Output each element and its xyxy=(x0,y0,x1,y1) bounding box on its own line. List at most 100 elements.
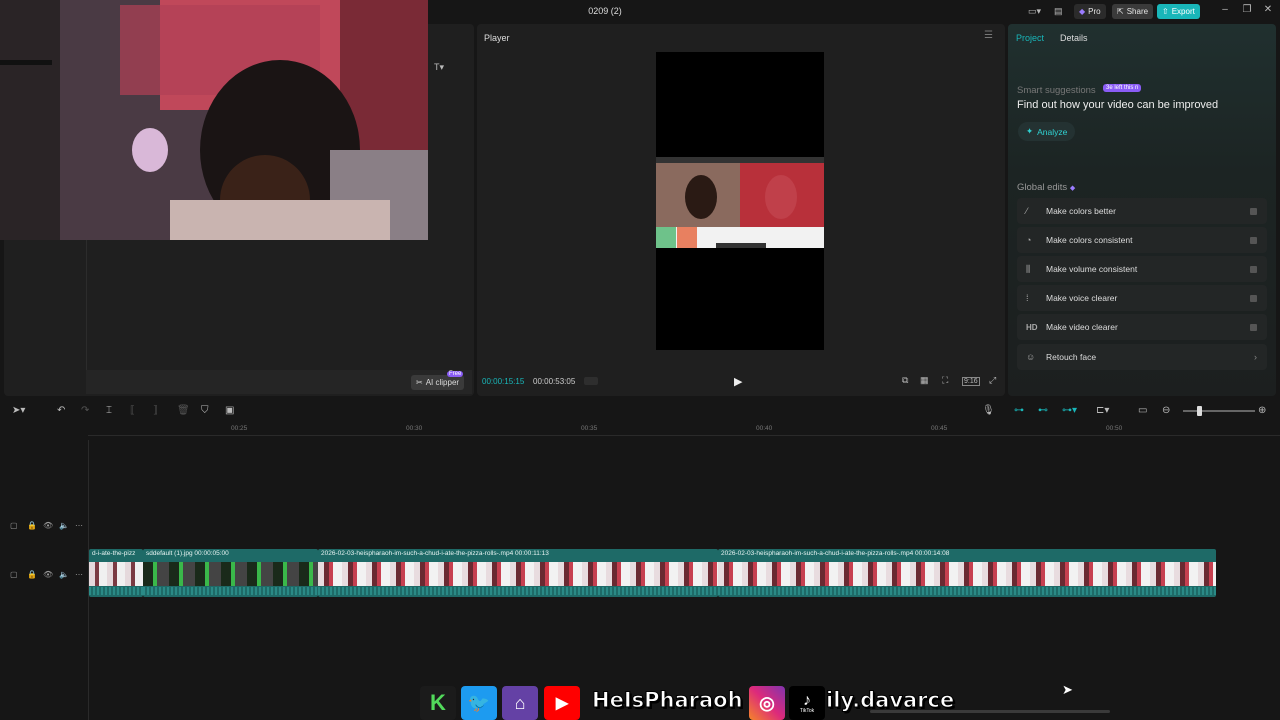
twitch-icon: ⌂ xyxy=(502,686,538,720)
global-edit-voice-clearer[interactable]: ⁞ Make voice clearer xyxy=(1017,285,1267,311)
zoom-slider[interactable] xyxy=(1183,410,1255,412)
more-icon[interactable]: ⋯ xyxy=(75,521,83,530)
share-label: Share xyxy=(1126,7,1149,16)
analyze-button[interactable]: ✦ Analyze xyxy=(1018,122,1076,141)
magnet-icon[interactable]: ⊷ xyxy=(1038,405,1048,416)
clip-thumbnails xyxy=(318,562,718,586)
ruler-tick: 00:25 xyxy=(231,425,248,432)
quality-icon[interactable]: ▦ xyxy=(920,375,929,386)
clip-label: 2026-02-03-heispharaoh-im-such-a-chud-i-… xyxy=(321,550,549,557)
diamond-icon: ◆ xyxy=(1079,7,1086,16)
clip-waveform xyxy=(718,587,1216,595)
hd-icon: HD xyxy=(1026,322,1038,332)
smart-suggestions-label: Smart suggestions xyxy=(1017,85,1096,96)
split-left-icon[interactable]: ⟦ xyxy=(130,405,135,416)
clip-waveform xyxy=(89,587,143,595)
shield-icon[interactable]: ⛉ xyxy=(201,405,209,416)
filter-icon[interactable]: ⧉ xyxy=(902,375,908,386)
global-edit-retouch-face[interactable]: ☺ Retouch face › xyxy=(1017,344,1267,370)
item-label: Retouch face xyxy=(1046,352,1097,362)
item-label: Make volume consistent xyxy=(1046,264,1138,274)
aspect-ratio-button[interactable]: 9:16 xyxy=(962,377,980,386)
eye-icon[interactable]: 👁 xyxy=(43,521,53,530)
link-icon[interactable]: ⊶▾ xyxy=(1062,405,1077,416)
clip-label: sddefault (1).jpg 00:00:05:00 xyxy=(146,550,229,557)
ruler-tick: 00:50 xyxy=(1106,425,1123,432)
fullscreen-icon[interactable]: ⤢ xyxy=(989,375,996,386)
lock-icon[interactable]: 🔒 xyxy=(27,521,37,530)
text-size-icon[interactable]: T▾ xyxy=(434,62,444,73)
tiktok-caption: TikTok xyxy=(799,707,815,714)
pro-button[interactable]: ◆ Pro xyxy=(1074,4,1106,19)
microphone-icon[interactable]: 🎙 xyxy=(982,405,995,416)
snap-icon[interactable]: ⊏▾ xyxy=(1096,405,1109,416)
crop-icon[interactable]: ⛶ xyxy=(942,375,948,386)
shortcuts-icon[interactable]: ▤ xyxy=(1054,6,1063,17)
global-edit-colors-better[interactable]: ⁄ Make colors better xyxy=(1017,198,1267,224)
export-button[interactable]: ⇧ Export xyxy=(1157,4,1200,19)
twitter-icon: 🐦 xyxy=(461,686,497,720)
zoom-out-icon[interactable]: ⊖ xyxy=(1162,405,1170,416)
toggle[interactable] xyxy=(1250,266,1257,273)
more-icon[interactable]: ⋯ xyxy=(75,570,83,579)
webcam-overlay xyxy=(0,0,428,240)
free-badge: Free xyxy=(447,371,464,377)
timeline-clip[interactable]: d-i-ate-the-pizz xyxy=(89,549,143,597)
item-label: Make colors better xyxy=(1046,206,1116,216)
undo-icon[interactable]: ↶ xyxy=(57,405,65,416)
maximize-icon[interactable]: ❐ xyxy=(1240,4,1254,19)
ai-clipper-label: AI clipper xyxy=(425,378,460,387)
timecode-format-toggle[interactable] xyxy=(584,377,598,385)
toggle[interactable] xyxy=(1250,324,1257,331)
sparkle-icon: ✦ xyxy=(1026,126,1034,136)
split-icon[interactable]: ⌶ xyxy=(106,405,112,416)
clip-thumbnails xyxy=(143,562,318,586)
tab-details[interactable]: Details xyxy=(1060,33,1088,43)
track-cover-icon[interactable]: ▢ xyxy=(10,521,18,530)
toggle[interactable] xyxy=(1250,295,1257,302)
volume-icon[interactable]: 🔈 xyxy=(59,570,69,579)
tab-project[interactable]: Project xyxy=(1016,33,1044,43)
preview-axis-icon[interactable]: ▭ xyxy=(1138,405,1147,416)
clip-thumbnails xyxy=(718,562,1216,586)
clip-waveform xyxy=(318,587,718,595)
timecode-current: 00:00:15:15 xyxy=(482,377,525,386)
voice-wave-icon: ⁞ xyxy=(1026,293,1029,303)
global-edit-volume-consistent[interactable]: ⫼ Make volume consistent xyxy=(1017,256,1267,282)
timeline-clip[interactable]: 2026-02-03-heispharaoh-im-such-a-chud-i-… xyxy=(318,549,718,597)
play-button[interactable]: ▶ xyxy=(734,375,742,388)
global-edit-colors-consistent[interactable]: ◔ Make colors consistent xyxy=(1017,227,1267,253)
minimize-icon[interactable]: – xyxy=(1218,4,1232,19)
timeline-toolbar xyxy=(0,400,1280,422)
timeline-clip[interactable]: sddefault (1).jpg 00:00:05:00 xyxy=(143,549,318,597)
smart-headline: Find out how your video can be improved xyxy=(1017,99,1219,111)
split-right-icon[interactable]: ⟧ xyxy=(153,405,158,416)
thumbnail-icon[interactable]: ▣ xyxy=(225,405,234,416)
scissors-icon: ✂ xyxy=(416,378,423,387)
clip-label: 2026-02-03-heispharaoh-im-such-a-chud-i-… xyxy=(721,550,950,557)
close-icon[interactable]: ✕ xyxy=(1261,4,1275,19)
share-button[interactable]: ⇱ Share xyxy=(1112,4,1154,19)
redo-icon[interactable]: ↷ xyxy=(81,405,89,416)
toggle[interactable] xyxy=(1250,208,1257,215)
global-edit-video-clearer[interactable]: HD Make video clearer xyxy=(1017,314,1267,340)
menu-icon[interactable]: ☰ xyxy=(984,30,993,41)
ruler-tick: 00:35 xyxy=(581,425,598,432)
toggle[interactable] xyxy=(1250,237,1257,244)
select-tool-icon[interactable]: ➤▾ xyxy=(12,405,25,416)
zoom-slider-handle[interactable] xyxy=(1197,406,1202,416)
timeline-clip[interactable]: 2026-02-03-heispharaoh-im-such-a-chud-i-… xyxy=(718,549,1216,597)
timeline-ruler[interactable] xyxy=(88,422,1280,436)
eye-icon[interactable]: 👁 xyxy=(43,570,53,579)
lock-icon[interactable]: 🔒 xyxy=(27,570,37,579)
item-label: Make colors consistent xyxy=(1046,235,1133,245)
magic-wand-icon: ⁄ xyxy=(1026,206,1028,216)
delete-icon[interactable]: 🗑 xyxy=(177,405,190,416)
ai-clipper-button[interactable]: ✂ AI clipper xyxy=(411,375,465,390)
layout-icon[interactable]: ▭▾ xyxy=(1028,6,1041,17)
zoom-in-icon[interactable]: ⊕ xyxy=(1258,405,1266,416)
track-cover-icon[interactable]: ▢ xyxy=(10,570,18,579)
ruler-tick: 00:30 xyxy=(406,425,423,432)
link-main-track-icon[interactable]: ⊶ xyxy=(1014,405,1024,416)
volume-icon[interactable]: 🔈 xyxy=(59,521,69,530)
